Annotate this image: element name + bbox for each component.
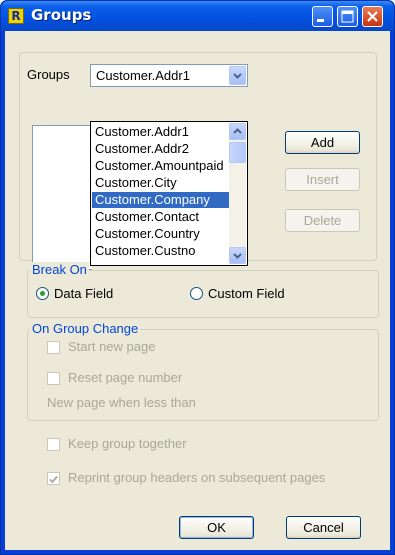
keep-group-together-checkbox[interactable] (47, 438, 60, 451)
chevron-down-icon[interactable] (229, 66, 246, 85)
dropdown-option[interactable]: Customer.Amountpaid (92, 158, 229, 174)
groups-list[interactable] (32, 125, 92, 270)
dropdown-option[interactable]: Customer.Addr2 (92, 141, 229, 157)
chevron-down-icon (233, 253, 242, 259)
reset-page-number-checkbox[interactable] (47, 372, 60, 385)
scroll-up-button[interactable] (229, 123, 246, 140)
dropdown-option[interactable]: Customer.Addr1 (92, 124, 229, 140)
custom-field-label[interactable]: Custom Field (208, 286, 285, 302)
dropdown-option-selected[interactable]: Customer.Company (92, 192, 229, 208)
on-group-change-title: On Group Change (30, 321, 141, 337)
break-on-title: Break On (30, 262, 89, 278)
start-new-page-label[interactable]: Start new page (68, 339, 155, 355)
dropdown-option[interactable]: Customer.Contact (92, 209, 229, 225)
checkmark-icon (49, 475, 58, 484)
dropdown-option[interactable]: Customer.Country (92, 226, 229, 242)
field-dropdown-list[interactable]: Customer.Addr1 Customer.Addr2 Customer.A… (90, 121, 248, 266)
new-page-when-label: New page when less than (47, 395, 196, 410)
add-button[interactable]: Add (285, 131, 360, 154)
reset-page-number-label[interactable]: Reset page number (68, 370, 182, 386)
app-icon: R (8, 8, 24, 24)
data-field-label[interactable]: Data Field (54, 286, 113, 302)
dialog-body: Groups Customer.Addr1 Customer.Addr1 Cus… (5, 31, 390, 550)
ok-button[interactable]: OK (179, 516, 254, 539)
cancel-button[interactable]: Cancel (286, 516, 361, 539)
chevron-up-icon (233, 128, 242, 134)
window-title: Groups (31, 6, 92, 24)
groups-combo[interactable]: Customer.Addr1 (90, 64, 248, 87)
reprint-headers-checkbox[interactable] (47, 472, 60, 485)
maximize-button[interactable] (337, 6, 358, 27)
delete-button[interactable]: Delete (285, 209, 360, 232)
dropdown-option[interactable]: Customer.City (92, 175, 229, 191)
groups-label: Groups (27, 67, 70, 82)
close-button[interactable] (362, 6, 383, 27)
groups-dialog: R Groups Groups Customer.Addr1 Customer.… (0, 0, 395, 555)
maximize-icon (341, 10, 354, 23)
data-field-radio[interactable] (36, 287, 49, 300)
dropdown-scrollbar[interactable] (229, 123, 246, 264)
title-bar[interactable]: R Groups (1, 1, 394, 31)
custom-field-radio[interactable] (190, 287, 203, 300)
reprint-headers-label[interactable]: Reprint group headers on subsequent page… (68, 470, 325, 486)
keep-group-together-label[interactable]: Keep group together (68, 436, 187, 452)
groups-combo-value: Customer.Addr1 (96, 68, 190, 83)
insert-button[interactable]: Insert (285, 168, 360, 191)
minimize-icon (317, 19, 324, 22)
dropdown-option[interactable]: Customer.Custno (92, 243, 229, 259)
start-new-page-checkbox[interactable] (47, 341, 60, 354)
minimize-button[interactable] (312, 6, 333, 27)
close-icon (367, 11, 378, 22)
scroll-thumb[interactable] (229, 142, 246, 163)
scroll-down-button[interactable] (229, 247, 246, 264)
